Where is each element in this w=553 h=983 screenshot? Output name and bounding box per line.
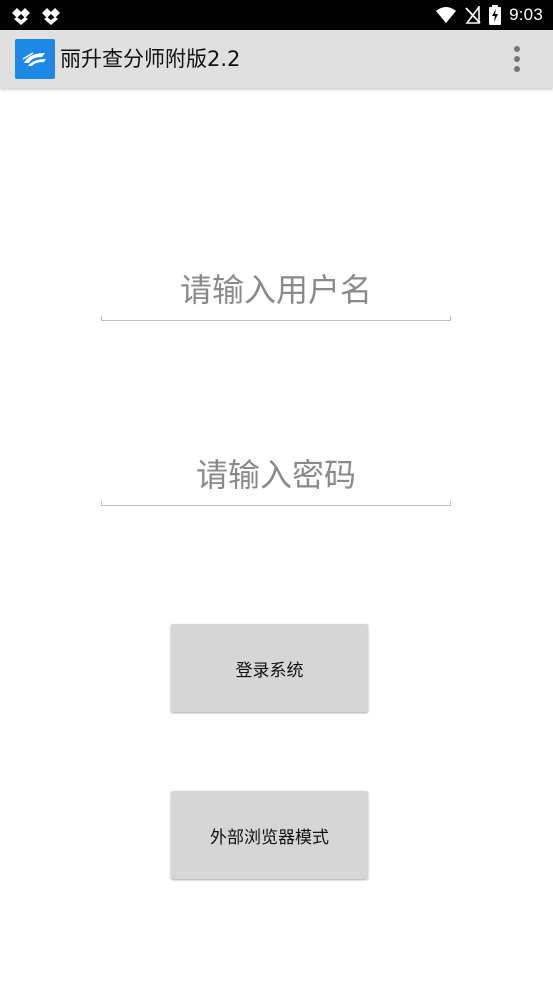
- username-underline: [101, 316, 451, 321]
- username-input[interactable]: [101, 261, 451, 319]
- app-logo-icon: [15, 39, 55, 79]
- notification-app-icon: [12, 8, 30, 25]
- app-bar: 丽升查分师附版2.2: [0, 30, 553, 88]
- overflow-menu-icon: [514, 46, 520, 52]
- password-underline: [101, 501, 451, 506]
- status-time: 9:03: [509, 5, 543, 24]
- wifi-icon: [436, 7, 457, 23]
- external-browser-button[interactable]: 外部浏览器模式: [171, 791, 368, 879]
- battery-charging-icon: [489, 5, 502, 25]
- overflow-menu-button[interactable]: [499, 44, 535, 74]
- app-title: 丽升查分师附版2.2: [60, 47, 241, 71]
- notification-app-icon: [42, 8, 60, 25]
- username-field[interactable]: [101, 261, 451, 321]
- password-field[interactable]: [101, 446, 451, 506]
- login-button[interactable]: 登录系统: [171, 624, 368, 712]
- status-bar: 9:03: [0, 0, 553, 30]
- password-input[interactable]: [101, 446, 451, 504]
- no-sim-icon: [465, 6, 481, 24]
